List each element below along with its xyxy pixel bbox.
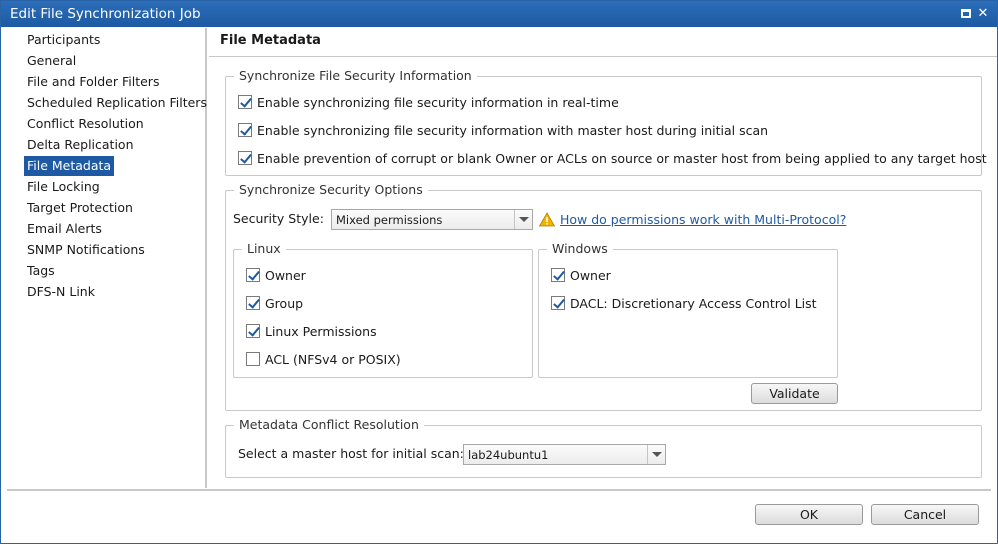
sidebar-item-file-locking[interactable]: File Locking — [24, 177, 103, 197]
multi-protocol-help-link[interactable]: How do permissions work with Multi-Proto… — [560, 212, 846, 227]
master-host-label: Select a master host for initial scan: — [238, 446, 464, 461]
sidebar-item-snmp-notifications[interactable]: SNMP Notifications — [24, 240, 148, 260]
window-title: Edit File Synchronization Job — [10, 6, 201, 22]
windows-dacl-checkbox[interactable]: DACL: Discretionary Access Control List — [551, 294, 817, 312]
sidebar-item-participants[interactable]: Participants — [24, 30, 103, 50]
windows-group: Windows Owner DACL: Discretionary Access… — [538, 241, 838, 378]
checkbox-label: Enable prevention of corrupt or blank Ow… — [257, 150, 987, 166]
checkbox-box[interactable] — [551, 268, 565, 282]
security-style-select[interactable]: Mixed permissions — [331, 209, 533, 230]
page-title: File Metadata — [220, 33, 321, 48]
maximize-icon[interactable] — [959, 7, 973, 21]
checkbox-label: Enable synchronizing file security infor… — [257, 94, 619, 110]
master-host-select[interactable]: lab24ubuntu1 — [463, 444, 666, 465]
initial-scan-sync-checkbox[interactable]: Enable synchronizing file security infor… — [238, 121, 768, 139]
cancel-button[interactable]: Cancel — [871, 504, 979, 525]
checkbox-label: ACL (NFSv4 or POSIX) — [265, 351, 401, 367]
checkbox-label: Owner — [265, 267, 306, 283]
sidebar-item-tags[interactable]: Tags — [24, 261, 58, 281]
sidebar-item-file-folder-filters[interactable]: File and Folder Filters — [24, 72, 162, 92]
checkbox-label: DACL: Discretionary Access Control List — [570, 295, 817, 311]
checkbox-box[interactable] — [246, 296, 260, 310]
select-value: lab24ubuntu1 — [468, 448, 549, 462]
checkbox-box[interactable] — [551, 296, 565, 310]
checkbox-box[interactable] — [246, 268, 260, 282]
footer-divider — [7, 489, 991, 491]
sidebar-nav: Participants General File and Folder Fil… — [7, 28, 207, 488]
sidebar-item-delta-replication[interactable]: Delta Replication — [24, 135, 137, 155]
chevron-down-icon[interactable] — [647, 445, 665, 464]
security-info-legend: Synchronize File Security Information — [234, 68, 477, 83]
windows-owner-checkbox[interactable]: Owner — [551, 266, 611, 284]
security-info-group: Synchronize File Security Information En… — [225, 68, 987, 176]
security-options-group: Synchronize Security Options Security St… — [225, 182, 982, 411]
close-icon[interactable]: ✕ — [976, 7, 990, 21]
sidebar-item-target-protection[interactable]: Target Protection — [24, 198, 136, 218]
windows-legend: Windows — [547, 241, 613, 256]
checkbox-label: Linux Permissions — [265, 323, 377, 339]
metadata-conflict-group: Metadata Conflict Resolution Select a ma… — [225, 417, 982, 478]
checkbox-box[interactable] — [238, 151, 252, 165]
ok-button[interactable]: OK — [755, 504, 863, 525]
title-bar[interactable]: Edit File Synchronization Job ✕ — [1, 1, 997, 27]
sidebar-item-dfs-n-link[interactable]: DFS-N Link — [24, 282, 98, 302]
security-options-legend: Synchronize Security Options — [234, 182, 428, 197]
checkbox-label: Owner — [570, 267, 611, 283]
dialog-window: Edit File Synchronization Job ✕ Particip… — [0, 0, 998, 544]
linux-group: Linux Owner Group Linux Permissions ACL … — [233, 241, 533, 378]
prevent-corrupt-acl-checkbox[interactable]: Enable prevention of corrupt or blank Ow… — [238, 149, 987, 167]
sidebar-item-file-metadata[interactable]: File Metadata — [24, 156, 115, 176]
security-style-label: Security Style: — [233, 211, 324, 226]
validate-button[interactable]: Validate — [751, 383, 838, 404]
checkbox-box[interactable] — [238, 123, 252, 137]
title-divider — [209, 56, 997, 57]
checkbox-box[interactable] — [246, 324, 260, 338]
checkbox-box[interactable] — [238, 95, 252, 109]
checkbox-label: Group — [265, 295, 304, 311]
sidebar-item-scheduled-replication-filters[interactable]: Scheduled Replication Filters — [24, 93, 210, 113]
metadata-conflict-legend: Metadata Conflict Resolution — [234, 417, 424, 432]
checkbox-label: Enable synchronizing file security infor… — [257, 122, 769, 138]
sidebar-item-general[interactable]: General — [24, 51, 79, 71]
content-panel: File Metadata Synchronize File Security … — [209, 28, 997, 488]
select-value: Mixed permissions — [336, 213, 443, 227]
linux-group-checkbox[interactable]: Group — [246, 294, 303, 312]
linux-owner-checkbox[interactable]: Owner — [246, 266, 306, 284]
linux-permissions-checkbox[interactable]: Linux Permissions — [246, 322, 377, 340]
sidebar-item-email-alerts[interactable]: Email Alerts — [24, 219, 105, 239]
sidebar-item-conflict-resolution[interactable]: Conflict Resolution — [24, 114, 147, 134]
warning-icon — [539, 212, 555, 227]
linux-legend: Linux — [242, 241, 286, 256]
chevron-down-icon[interactable] — [514, 210, 532, 229]
linux-acl-checkbox[interactable]: ACL (NFSv4 or POSIX) — [246, 350, 401, 368]
checkbox-box[interactable] — [246, 352, 260, 366]
realtime-sync-checkbox[interactable]: Enable synchronizing file security infor… — [238, 93, 619, 111]
